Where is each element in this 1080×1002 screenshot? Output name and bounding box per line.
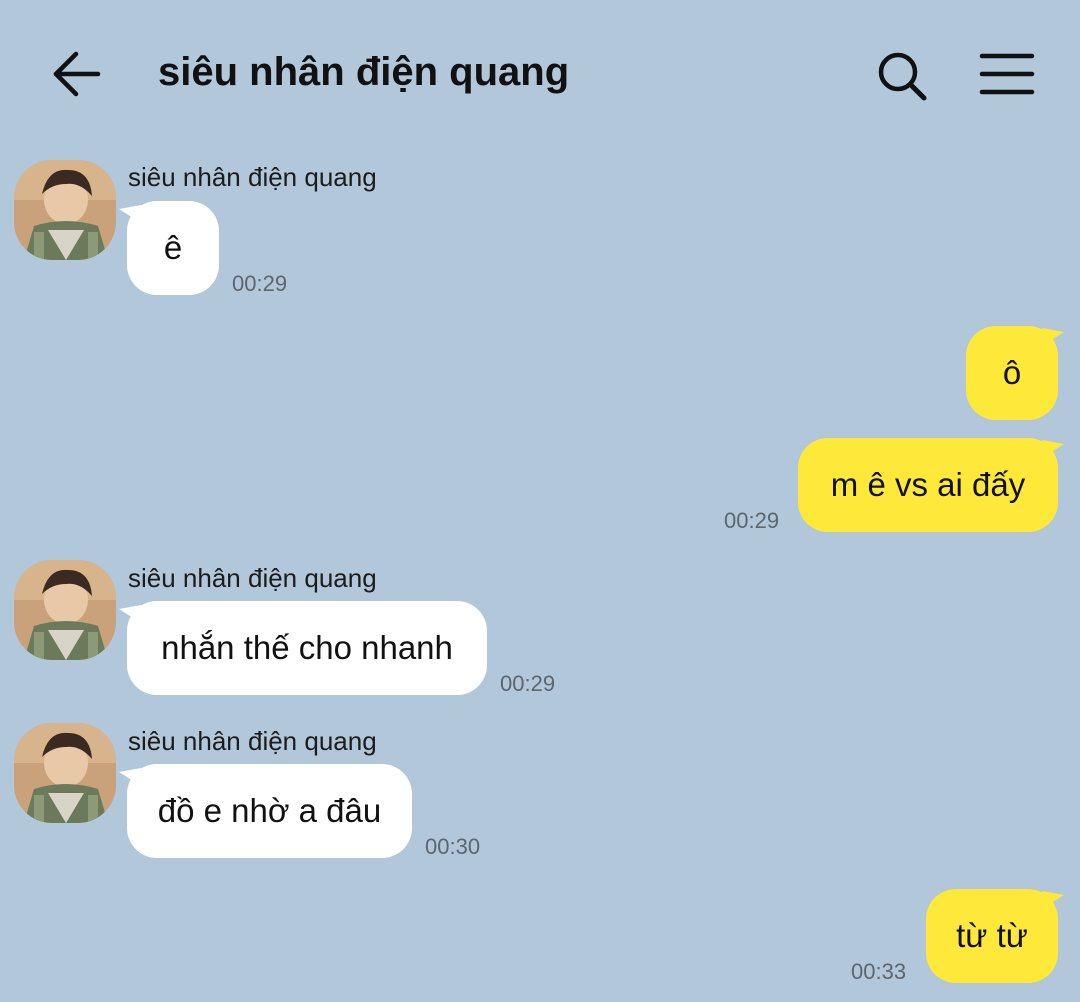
message-text: m ê vs ai đấy bbox=[830, 466, 1026, 503]
back-button[interactable] bbox=[48, 44, 108, 104]
sender-name: siêu nhân điện quang bbox=[128, 162, 377, 192]
avatar[interactable] bbox=[14, 560, 116, 660]
message-bubble-outgoing[interactable]: ô bbox=[966, 326, 1058, 420]
sender-name: siêu nhân điện quang bbox=[128, 726, 377, 756]
message-time: 00:30 bbox=[425, 834, 481, 859]
message-time: 00:29 bbox=[500, 671, 556, 696]
message-text: nhắn thế cho nhanh bbox=[161, 629, 453, 666]
message-text: từ từ bbox=[956, 917, 1028, 954]
chat-title: siêu nhân điện quang bbox=[158, 50, 570, 94]
search-icon bbox=[878, 52, 927, 101]
avatar[interactable] bbox=[14, 723, 116, 823]
avatar[interactable] bbox=[14, 160, 116, 260]
sender-name: siêu nhân điện quang bbox=[128, 563, 377, 593]
message-text: đồ e nhờ a đâu bbox=[157, 792, 382, 829]
avatar-photo bbox=[14, 560, 116, 660]
avatar-photo bbox=[14, 723, 116, 823]
message-time: 00:29 bbox=[724, 508, 780, 533]
message-bubble-incoming[interactable]: đồ e nhờ a đâu bbox=[127, 764, 412, 858]
message-time: 00:29 bbox=[232, 271, 288, 296]
search-button[interactable] bbox=[872, 46, 932, 106]
avatar-photo bbox=[14, 160, 116, 260]
message-text: ô bbox=[1002, 354, 1022, 391]
message-bubble-incoming[interactable]: ê bbox=[127, 201, 219, 295]
message-text: ê bbox=[163, 229, 183, 266]
chat-header: siêu nhân điện quang bbox=[0, 0, 1080, 150]
message-time: 00:33 bbox=[851, 959, 907, 984]
hamburger-menu-icon bbox=[979, 53, 1035, 95]
message-bubble-outgoing[interactable]: từ từ bbox=[926, 889, 1058, 983]
arrow-left-icon bbox=[53, 51, 101, 97]
menu-button[interactable] bbox=[978, 48, 1036, 100]
message-bubble-outgoing[interactable]: m ê vs ai đấy bbox=[798, 438, 1058, 532]
message-bubble-incoming[interactable]: nhắn thế cho nhanh bbox=[127, 601, 487, 695]
